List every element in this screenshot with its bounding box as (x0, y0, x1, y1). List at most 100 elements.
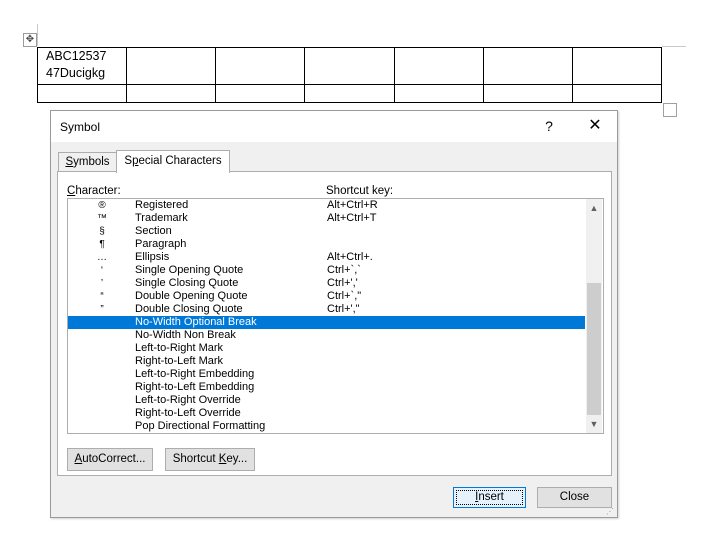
special-characters-panel: Character: Shortcut key: ® Registered Alt+… (57, 171, 612, 476)
character-name: Registered (135, 199, 189, 211)
header-text: haracter: (75, 185, 121, 197)
character-name: Right-to-Left Mark (135, 355, 224, 367)
list-item[interactable]: ¶ Paragraph (68, 238, 585, 251)
character-name: Double Opening Quote (135, 290, 248, 302)
margin-guide-vertical (37, 24, 38, 46)
resize-grip-icon[interactable]: ⋰ (606, 507, 614, 516)
table-end-marker (663, 103, 677, 117)
tab-symbols[interactable]: Symbols (58, 152, 117, 172)
character-name: Right-to-Left Embedding (135, 381, 255, 393)
character-glyph: ® (98, 200, 106, 211)
shortcut-key-button[interactable]: Shortcut Key... (165, 448, 255, 471)
button-label: nsert (478, 491, 504, 503)
shortcut-key: Ctrl+'," (327, 303, 360, 315)
list-rows: ® Registered Alt+Ctrl+R ™ Trademark Alt+Ctrl+… (68, 199, 585, 433)
shortcut-column-header: Shortcut key: (326, 185, 394, 197)
character-name: Double Closing Quote (135, 303, 243, 315)
character-name: Left-to-Right Mark (135, 342, 224, 354)
cell-text: ABC12537 47Ducigkg (46, 49, 107, 80)
character-glyph: ’ (100, 278, 104, 289)
table-cell[interactable] (126, 84, 217, 103)
character-glyph: ‘ (100, 265, 104, 276)
shortcut-key: Ctrl+`,` (327, 264, 361, 276)
button-label: Shortcut (172, 453, 219, 465)
list-item[interactable]: Right-to-Left Override (68, 407, 585, 420)
list-item[interactable]: No-Width Optional Break (68, 316, 585, 329)
table-cell[interactable] (393, 47, 484, 85)
document-table: ABC12537 47Ducigkg (36, 47, 663, 103)
margin-guide-horizontal (662, 46, 686, 47)
scroll-thumb[interactable] (587, 283, 601, 415)
tab-label: S (124, 155, 133, 167)
shortcut-key: Alt+Ctrl+T (327, 212, 377, 224)
character-name: No-Width Non Break (135, 329, 236, 341)
scroll-down-arrow-icon[interactable]: ▼ (586, 415, 602, 433)
table-cell[interactable] (304, 84, 395, 103)
character-glyph: § (99, 226, 105, 237)
character-glyph: … (97, 252, 107, 263)
character-name: Trademark (135, 212, 188, 224)
character-name: Single Closing Quote (135, 277, 239, 289)
vertical-scrollbar[interactable]: ▲ ▼ (586, 199, 602, 433)
list-item[interactable]: ‘ Single Opening Quote Ctrl+`,` (68, 264, 585, 277)
character-glyph: ¶ (99, 239, 105, 250)
table-row: ABC12537 47Ducigkg (36, 47, 663, 85)
tab-special-characters[interactable]: Special Characters (116, 150, 230, 173)
character-name: Single Opening Quote (135, 264, 244, 276)
character-name: Pop Directional Formatting (135, 420, 266, 432)
shortcut-key: Ctrl+`," (327, 290, 362, 302)
character-name: Section (135, 225, 172, 237)
autocorrect-button[interactable]: AutoCorrect... (67, 448, 153, 471)
list-item[interactable]: ® Registered Alt+Ctrl+R (68, 199, 585, 212)
dialog-title: Symbol (60, 120, 101, 134)
table-cell[interactable] (126, 47, 217, 85)
table-cell[interactable] (482, 84, 573, 103)
tab-label: ecial Characters (138, 155, 222, 167)
list-item[interactable]: “ Double Opening Quote Ctrl+`," (68, 290, 585, 303)
list-item[interactable]: … Ellipsis Alt+Ctrl+. (68, 251, 585, 264)
insert-button[interactable]: Insert (453, 487, 526, 508)
character-name: Left-to-Right Override (135, 394, 241, 406)
scroll-up-arrow-icon[interactable]: ▲ (586, 199, 602, 217)
character-glyph: ™ (97, 213, 107, 224)
character-name: Paragraph (135, 238, 187, 250)
table-cell[interactable] (36, 84, 128, 103)
symbol-dialog: Symbol ? ✕ Symbols Special Characters Ch… (50, 110, 618, 518)
button-label: utoCorrect... (82, 453, 146, 465)
list-item[interactable]: Left-to-Right Mark (68, 342, 585, 355)
table-row (36, 84, 663, 103)
close-button[interactable]: Close (537, 487, 612, 508)
shortcut-key: Ctrl+',' (327, 277, 358, 289)
table-cell[interactable] (571, 47, 663, 85)
table-cell[interactable] (215, 47, 306, 85)
list-item[interactable]: No-Width Non Break (68, 329, 585, 342)
table-cell[interactable] (571, 84, 663, 103)
table-cell[interactable] (215, 84, 306, 103)
special-characters-list[interactable]: ® Registered Alt+Ctrl+R ™ Trademark Alt+Ctrl+… (67, 198, 604, 434)
list-item[interactable]: Left-to-Right Override (68, 394, 585, 407)
dialog-titlebar[interactable]: Symbol ? ✕ (51, 111, 617, 142)
character-column-header: Character: (67, 185, 121, 197)
table-move-handle-icon[interactable]: ✥ (23, 33, 37, 47)
list-item[interactable]: Right-to-Left Embedding (68, 381, 585, 394)
table-cell[interactable]: ABC12537 47Ducigkg (36, 47, 128, 85)
table-cell[interactable] (393, 84, 484, 103)
tab-label: ymbols (73, 156, 110, 168)
list-item[interactable]: Pop Directional Formatting (68, 420, 585, 433)
character-name: Ellipsis (135, 251, 170, 263)
help-button[interactable]: ? (535, 115, 563, 137)
list-item[interactable]: ” Double Closing Quote Ctrl+'," (68, 303, 585, 316)
table-cell[interactable] (304, 47, 395, 85)
list-item[interactable]: Left-to-Right Embedding (68, 368, 585, 381)
shortcut-key: Alt+Ctrl+R (327, 199, 378, 211)
list-item[interactable]: ™ Trademark Alt+Ctrl+T (68, 212, 585, 225)
character-name: Left-to-Right Embedding (135, 368, 255, 380)
list-item[interactable]: ’ Single Closing Quote Ctrl+',' (68, 277, 585, 290)
list-item[interactable]: § Section (68, 225, 585, 238)
button-label: ey... (226, 453, 248, 465)
close-icon[interactable]: ✕ (581, 115, 609, 137)
list-item[interactable]: Right-to-Left Mark (68, 355, 585, 368)
tab-label-accel: S (65, 156, 74, 168)
character-name: Right-to-Left Override (135, 407, 241, 419)
table-cell[interactable] (482, 47, 573, 85)
